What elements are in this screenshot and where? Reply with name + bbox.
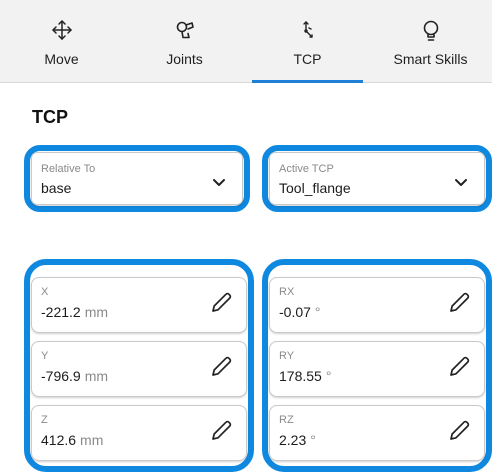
tab-joints[interactable]: Joints (123, 0, 246, 82)
lightbulb-icon (418, 18, 444, 42)
relative-to-value: base (41, 180, 72, 196)
position-y-value: -796.9 mm (41, 368, 109, 384)
rotation-rx-field[interactable]: RX -0.07 ° (269, 277, 485, 333)
rotation-ry-field[interactable]: RY 178.55 ° (269, 341, 485, 397)
pencil-icon[interactable] (210, 290, 234, 314)
tab-smart-skills-label: Smart Skills (393, 51, 468, 67)
position-x-field[interactable]: X -221.2 mm (31, 277, 247, 333)
relative-to-dropdown[interactable]: Relative To base (31, 152, 243, 205)
relative-to-label: Relative To (41, 163, 96, 175)
rotation-rz-label: RZ (279, 414, 294, 426)
pencil-icon[interactable] (448, 418, 472, 442)
tab-bar: Move Joints TCP Smart Skills (0, 0, 492, 83)
chevron-down-icon (212, 175, 226, 186)
position-z-label: Z (41, 414, 48, 426)
tab-tcp[interactable]: TCP (246, 0, 369, 83)
chevron-down-icon (454, 175, 468, 186)
pencil-icon[interactable] (448, 354, 472, 378)
pencil-icon[interactable] (210, 418, 234, 442)
position-y-label: Y (41, 350, 49, 362)
position-z-value: 412.6 mm (41, 432, 104, 448)
rotation-rz-value: 2.23 ° (279, 432, 316, 448)
section-title: TCP (32, 107, 68, 127)
pencil-icon[interactable] (210, 354, 234, 378)
rotation-rx-value: -0.07 ° (279, 304, 321, 320)
rotation-rz-field[interactable]: RZ 2.23 ° (269, 405, 485, 461)
unit-label: ° (310, 432, 316, 448)
unit-label: mm (80, 432, 104, 448)
position-z-field[interactable]: Z 412.6 mm (31, 405, 247, 461)
unit-label: ° (325, 368, 332, 384)
unit-label: mm (84, 368, 109, 384)
tab-tcp-label: TCP (293, 51, 322, 67)
rotation-rx-label: RX (279, 286, 295, 298)
active-tcp-dropdown[interactable]: Active TCP Tool_flange (269, 152, 485, 205)
position-x-value: -221.2 mm (41, 304, 109, 320)
active-tcp-value: Tool_flange (279, 180, 351, 196)
position-x-label: X (41, 286, 49, 298)
position-y-field[interactable]: Y -796.9 mm (31, 341, 247, 397)
tcp-axes-icon (295, 18, 321, 42)
tab-move-label: Move (44, 51, 79, 67)
pencil-icon[interactable] (448, 290, 472, 314)
unit-label: ° (314, 304, 321, 320)
rotation-ry-value: 178.55 ° (279, 368, 332, 384)
move-arrows-icon (49, 18, 75, 42)
rotation-ry-label: RY (279, 350, 295, 362)
tab-smart-skills[interactable]: Smart Skills (369, 0, 492, 82)
robot-joint-icon (172, 18, 198, 42)
active-tcp-label: Active TCP (279, 163, 334, 175)
unit-label: mm (84, 304, 109, 320)
tab-joints-label: Joints (166, 51, 203, 67)
tab-move[interactable]: Move (0, 0, 123, 82)
